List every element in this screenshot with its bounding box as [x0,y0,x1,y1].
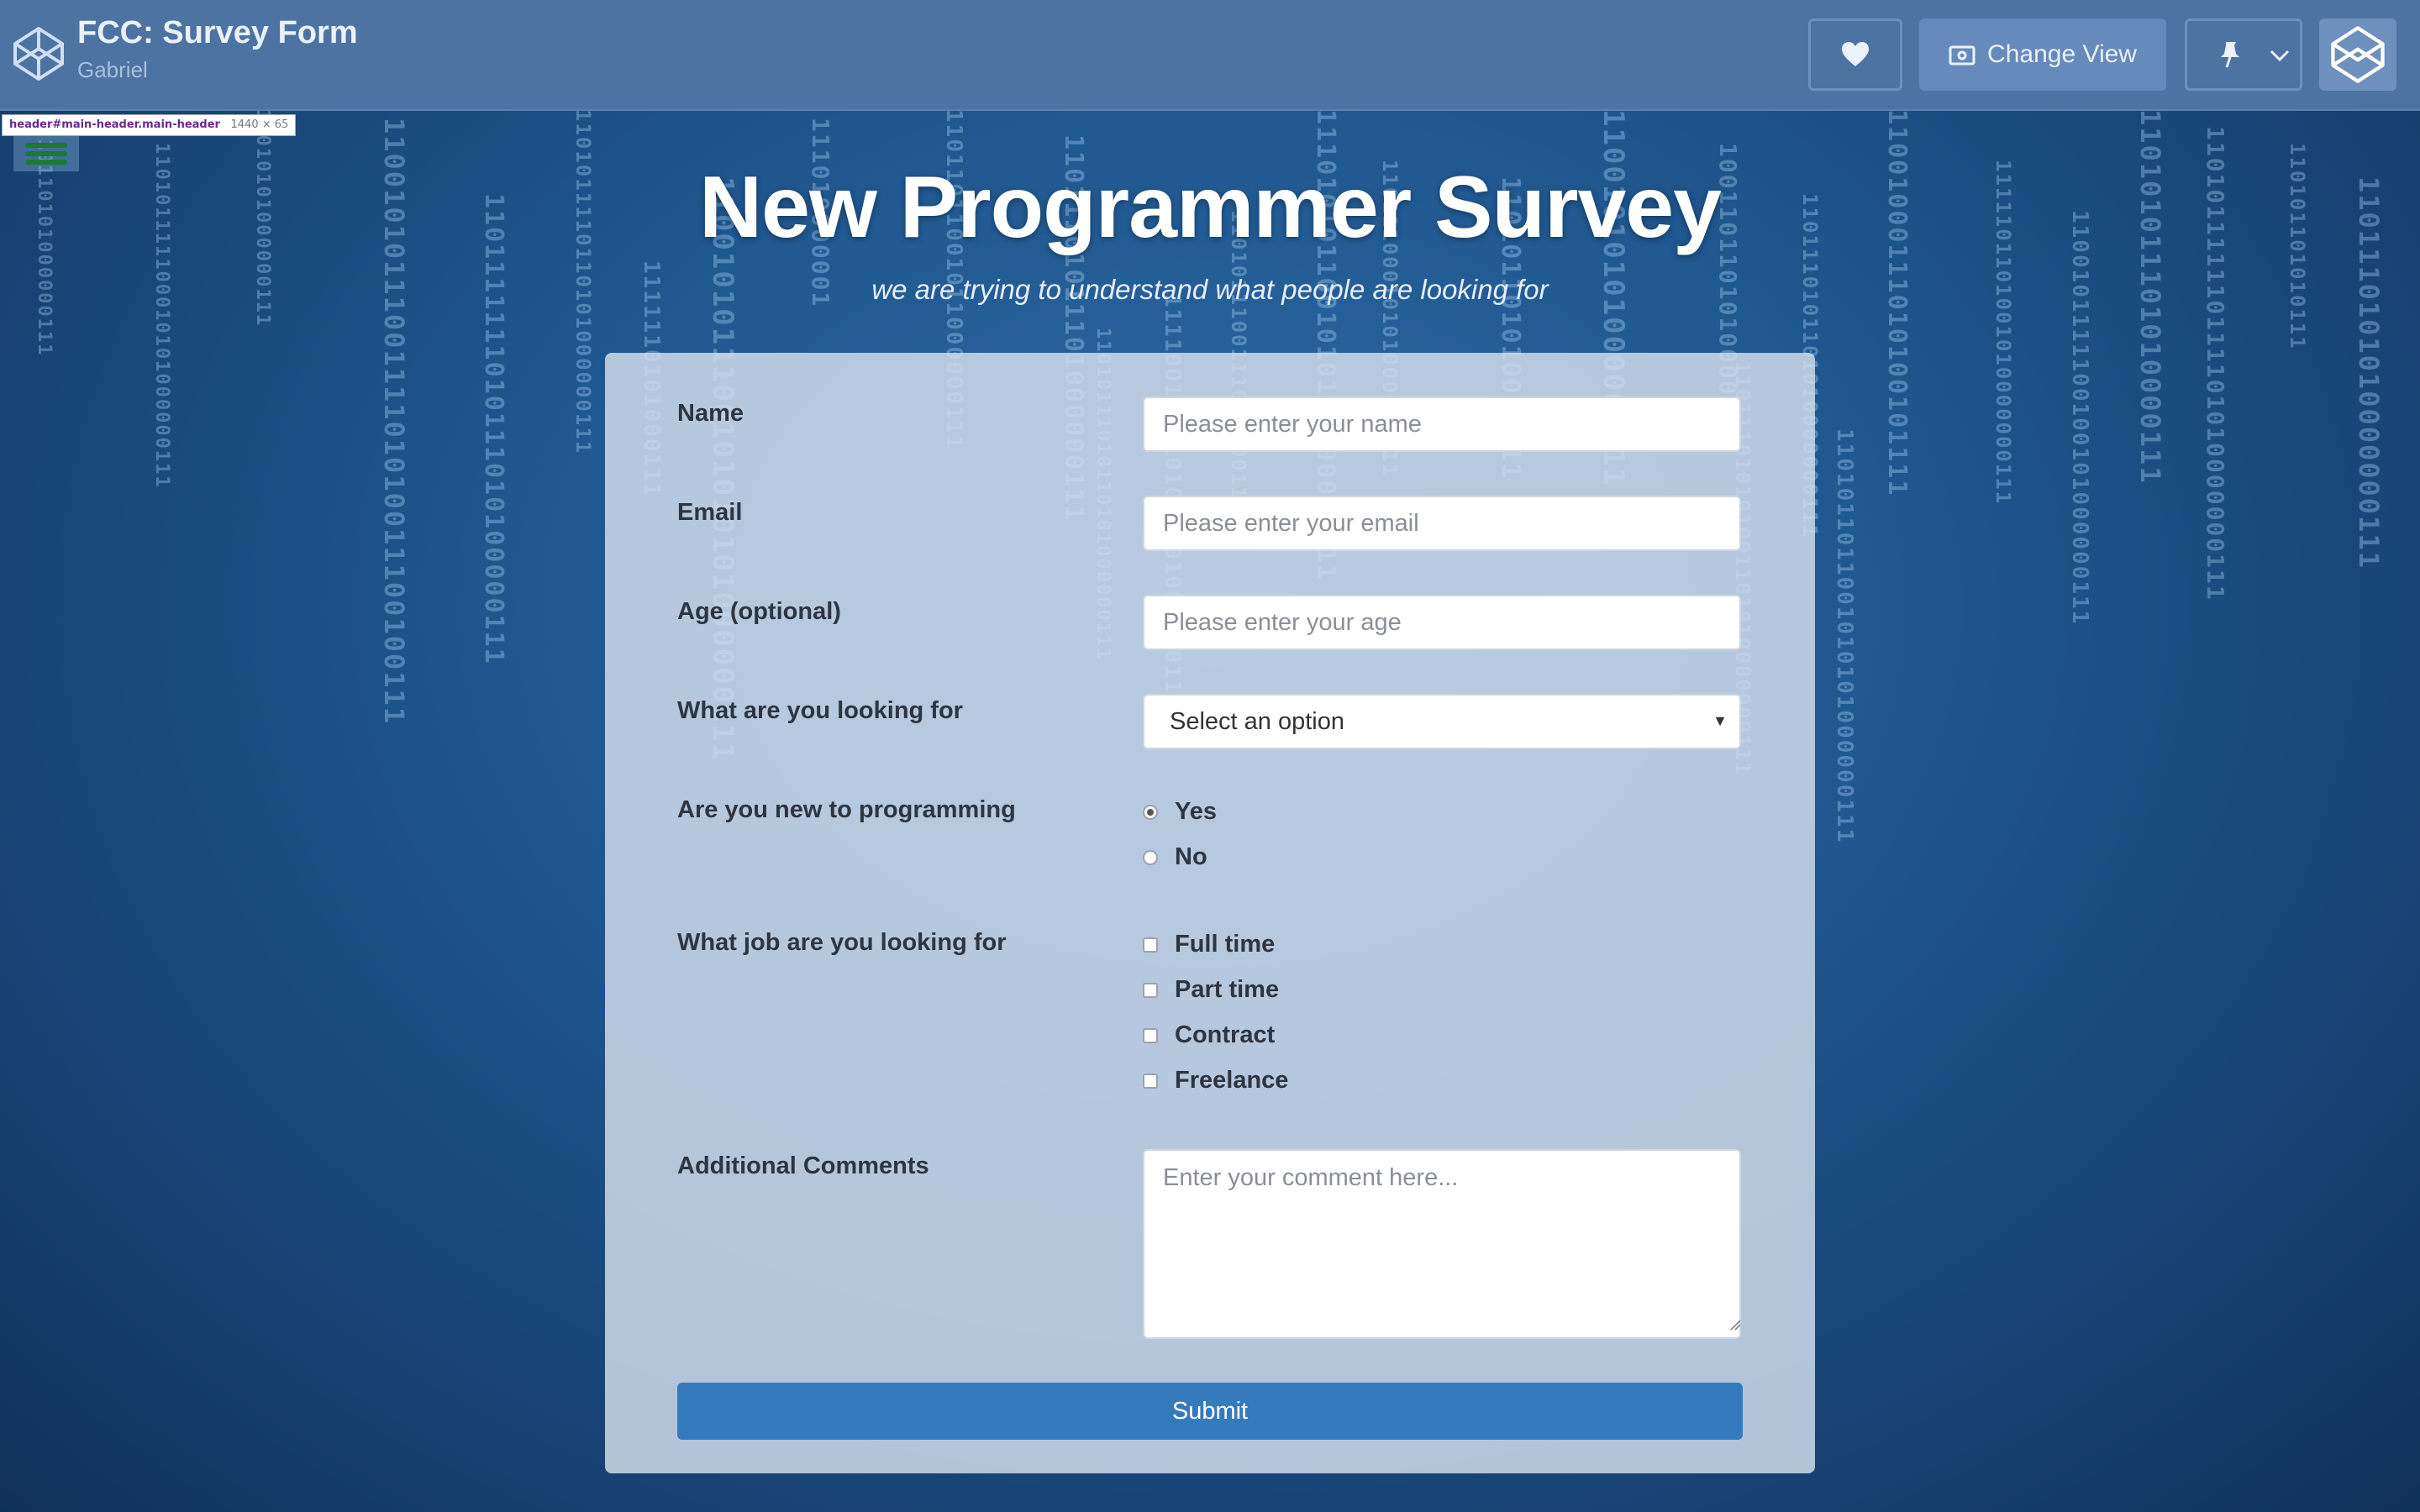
email-input[interactable] [1143,496,1741,551]
checkbox-label: Freelance [1175,1067,1289,1094]
binary-column: 1100101111100100101000000111 [2067,210,2092,626]
age-label: Age (optional) [677,598,841,625]
resize-handle-icon[interactable] [1729,1319,1741,1331]
hamburger-bar [25,151,67,156]
heart-icon [1842,42,1869,66]
tooltip-selector: header#main-header.main-header [9,118,220,131]
codepen-logo-icon[interactable] [12,24,66,84]
radio-button[interactable] [1143,804,1158,820]
new-programming-label: Are you new to programming [677,796,1016,823]
radio-button[interactable] [1143,849,1158,865]
view-icon [1949,45,1975,66]
checkbox-contract[interactable]: Contract [1143,1021,1275,1049]
job-type-label: What job are you looking for [677,929,1007,956]
hamburger-bar [25,143,67,148]
checkbox[interactable] [1143,982,1158,998]
name-input[interactable] [1143,396,1741,452]
checkbox-label: Contract [1175,1021,1276,1048]
change-view-button[interactable]: Change View [1919,18,2166,91]
name-label: Name [677,400,744,427]
radio-label: No [1175,843,1207,870]
age-input[interactable] [1143,595,1741,650]
email-label: Email [677,499,743,526]
binary-column: 1101011011001010101000000111 [1832,428,1857,844]
page-description: we are trying to understand what people … [871,274,1549,305]
pin-button[interactable] [2185,18,2302,91]
radio-label: Yes [1175,798,1217,825]
comments-label: Additional Comments [677,1152,929,1179]
user-avatar[interactable] [2319,18,2396,91]
checkbox[interactable] [1143,1073,1158,1089]
checkbox-freelance[interactable]: Freelance [1143,1067,1288,1095]
binary-column: 1101111111010111010100000111 [479,193,508,665]
survey-form: Name Email Age (optional) What are you l… [605,353,1815,1473]
change-view-label: Change View [1987,40,2137,68]
checkbox-label: Part time [1175,976,1280,1003]
main-header: FCC: Survey Form Gabriel Change View [0,0,2420,111]
checkbox-full-time[interactable]: Full time [1143,931,1275,958]
dropdown-arrow-icon: ▼ [1712,712,1728,729]
radio-option-yes[interactable]: Yes [1143,798,1217,826]
codepen-avatar-icon [2331,26,2385,83]
pin-icon [2221,42,2239,68]
looking-for-label: What are you looking for [677,697,963,724]
comments-textarea[interactable] [1143,1149,1741,1339]
checkbox[interactable] [1143,1027,1158,1043]
chevron-down-icon[interactable] [2268,43,2291,68]
inspector-tooltip: header#main-header.main-header 1440 × 65 [2,114,297,136]
pen-author[interactable]: Gabriel [77,57,148,83]
page-title: New Programmer Survey [699,159,1722,256]
submit-button[interactable]: Submit [677,1383,1743,1440]
checkbox-part-time[interactable]: Part time [1143,976,1279,1004]
tooltip-dimensions: 1440 × 65 [230,118,289,131]
pen-title: FCC: Survey Form [77,15,358,50]
like-button[interactable] [1808,18,1902,91]
radio-option-no[interactable]: No [1143,843,1207,871]
looking-for-dropdown[interactable]: Select an option ▼ [1143,694,1741,749]
dropdown-selected: Select an option [1170,707,1344,735]
checkbox[interactable] [1143,937,1158,953]
checkbox-label: Full time [1175,931,1276,958]
